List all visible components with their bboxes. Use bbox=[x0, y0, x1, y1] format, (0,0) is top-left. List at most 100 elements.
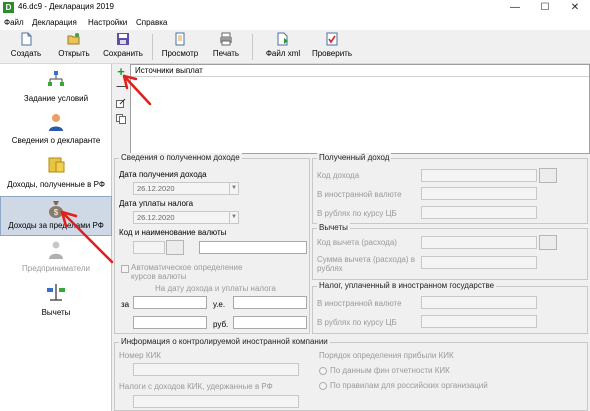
edit-source-icon[interactable] bbox=[116, 98, 126, 108]
xml-file-icon bbox=[277, 32, 288, 46]
kik-option-russian-rules-label: По правилам для российских организаций bbox=[330, 381, 488, 390]
kik-profit-order-label: Порядок определения прибыли КИК bbox=[319, 351, 454, 360]
date-received-field[interactable]: 26.12.2020 ▼ bbox=[133, 182, 239, 195]
rate-ue-field[interactable] bbox=[233, 296, 307, 309]
print-button[interactable]: Печать bbox=[206, 32, 246, 62]
menu-settings[interactable]: Настройки bbox=[88, 18, 127, 27]
income-foreign-label: В иностранной валюте bbox=[317, 190, 402, 199]
preview-icon bbox=[175, 32, 185, 46]
person-icon bbox=[49, 114, 63, 131]
received-income-title: Полученный доход bbox=[317, 153, 392, 162]
close-button[interactable]: ✕ bbox=[560, 0, 590, 16]
currency-label: Код и наименование валюты bbox=[119, 228, 227, 237]
nav-item-income-rf[interactable]: Доходы, полученные в РФ bbox=[0, 156, 112, 194]
ue-label: у.е. bbox=[213, 300, 226, 309]
toolbar-separator bbox=[252, 34, 253, 60]
date-paid-label: Дата уплаты налога bbox=[119, 199, 194, 208]
kik-option-fin-report-radio[interactable] bbox=[319, 367, 327, 375]
income-info-group: Сведения о полученном доходе Дата получе… bbox=[114, 153, 310, 334]
copy-source-icon[interactable] bbox=[116, 114, 126, 124]
save-button[interactable]: Сохранить bbox=[100, 32, 146, 62]
rate-units-field[interactable] bbox=[133, 296, 207, 309]
tax-rub-field[interactable] bbox=[421, 315, 537, 328]
date-paid-value: 26.12.2020 bbox=[137, 213, 175, 222]
toolbar-separator bbox=[152, 34, 153, 60]
menu-declaration[interactable]: Декларация bbox=[32, 18, 77, 27]
auto-rate-label: Автоматическое определение курсов валюты bbox=[131, 263, 243, 281]
left-navigation: Задание условий Сведения о декларанте До… bbox=[0, 64, 112, 411]
app-icon: D bbox=[3, 2, 14, 13]
xml-file-button[interactable]: Файл xml bbox=[260, 32, 306, 62]
tax-rub-label: В рублях по курсу ЦБ bbox=[317, 318, 397, 327]
payment-sources-list[interactable]: Источники выплат bbox=[130, 64, 590, 154]
svg-text:$: $ bbox=[54, 208, 59, 217]
nav-item-conditions[interactable]: Задание условий bbox=[0, 70, 112, 108]
new-file-icon bbox=[21, 32, 32, 46]
nav-item-entrepreneur[interactable]: Предприниматели bbox=[0, 240, 112, 278]
chevron-down-icon: ▼ bbox=[229, 183, 238, 194]
nav-item-declarant[interactable]: Сведения о декларанте bbox=[0, 112, 112, 150]
deduction-code-field[interactable] bbox=[421, 236, 537, 249]
businessman-icon bbox=[49, 241, 63, 259]
menu-file[interactable]: Файл bbox=[4, 18, 24, 27]
foreign-tax-title: Налог, уплаченный в иностранном государс… bbox=[317, 281, 497, 290]
kik-taxes-field[interactable] bbox=[133, 395, 299, 408]
maximize-button[interactable]: ☐ bbox=[530, 0, 560, 16]
sources-header: Источники выплат bbox=[131, 65, 589, 77]
coins-stack-icon bbox=[48, 157, 65, 173]
save-disk-icon bbox=[117, 33, 129, 45]
open-button[interactable]: Открыть bbox=[54, 32, 94, 62]
window-title: 46.dc9 - Декларация 2019 bbox=[18, 2, 115, 11]
kik-number-label: Номер КИК bbox=[119, 351, 161, 360]
currency-select-button[interactable] bbox=[166, 240, 184, 255]
sources-toolbar: + — bbox=[112, 64, 130, 154]
rate-units-field-2[interactable] bbox=[133, 316, 207, 329]
check-document-icon bbox=[326, 32, 338, 46]
deduction-sum-field[interactable] bbox=[421, 256, 537, 269]
menu-help[interactable]: Справка bbox=[136, 18, 167, 27]
kik-number-field[interactable] bbox=[133, 363, 299, 376]
income-rub-field[interactable] bbox=[421, 206, 537, 219]
add-source-button[interactable]: + bbox=[115, 65, 127, 78]
income-foreign-field[interactable] bbox=[421, 187, 537, 200]
per-label: за bbox=[121, 300, 130, 309]
income-code-label: Код дохода bbox=[317, 171, 360, 180]
chevron-down-icon: ▼ bbox=[229, 212, 238, 223]
preview-button[interactable]: Просмотр bbox=[160, 32, 200, 62]
currency-name-field[interactable] bbox=[199, 241, 307, 254]
tax-foreign-label: В иностранной валюте bbox=[317, 299, 402, 308]
rate-header-label: На дату дохода и уплаты налога bbox=[155, 284, 276, 293]
money-bag-icon: $ bbox=[49, 201, 63, 218]
income-rub-label: В рублях по курсу ЦБ bbox=[317, 209, 397, 218]
check-button[interactable]: Проверить bbox=[310, 32, 354, 62]
auto-rate-checkbox[interactable] bbox=[121, 265, 129, 273]
tax-foreign-field[interactable] bbox=[421, 296, 537, 309]
date-received-value: 26.12.2020 bbox=[137, 184, 175, 193]
foreign-tax-group: Налог, уплаченный в иностранном государс… bbox=[312, 281, 588, 334]
date-received-label: Дата получения дохода bbox=[119, 170, 207, 179]
minimize-button[interactable]: — bbox=[500, 0, 530, 16]
kik-option-fin-report-label: По данным фин отчетности КИК bbox=[330, 366, 450, 375]
kik-title: Информация о контролируемой иностранной … bbox=[119, 337, 330, 346]
deduction-code-select-button[interactable] bbox=[539, 235, 557, 250]
nav-item-income-abroad[interactable]: $ Доходы за пределами РФ bbox=[0, 196, 112, 236]
deduction-sum-label: Сумма вычета (расхода) в рублях bbox=[317, 255, 415, 273]
printer-icon bbox=[220, 32, 232, 46]
remove-source-button[interactable]: — bbox=[115, 82, 127, 92]
currency-code-field[interactable] bbox=[133, 241, 165, 254]
toolbar: Создать Открыть Сохранить Просмотр Печат… bbox=[0, 30, 590, 64]
date-paid-field[interactable]: 26.12.2020 ▼ bbox=[133, 211, 239, 224]
nav-item-deductions[interactable]: Вычеты bbox=[0, 282, 112, 322]
rate-rub-field[interactable] bbox=[233, 316, 307, 329]
rub-label: руб. bbox=[213, 320, 229, 329]
income-info-title: Сведения о полученном доходе bbox=[119, 153, 242, 162]
kik-option-russian-rules-radio[interactable] bbox=[319, 382, 327, 390]
hierarchy-icon bbox=[48, 71, 64, 86]
received-income-group: Полученный доход Код дохода В иностранно… bbox=[312, 153, 588, 224]
income-code-select-button[interactable] bbox=[539, 168, 557, 183]
kik-taxes-label: Налоги с доходов КИК, удержанные в РФ bbox=[119, 382, 273, 391]
kik-group: Информация о контролируемой иностранной … bbox=[114, 337, 588, 411]
open-folder-icon bbox=[67, 33, 80, 45]
create-button[interactable]: Создать bbox=[6, 32, 46, 62]
income-code-field[interactable] bbox=[421, 169, 537, 182]
